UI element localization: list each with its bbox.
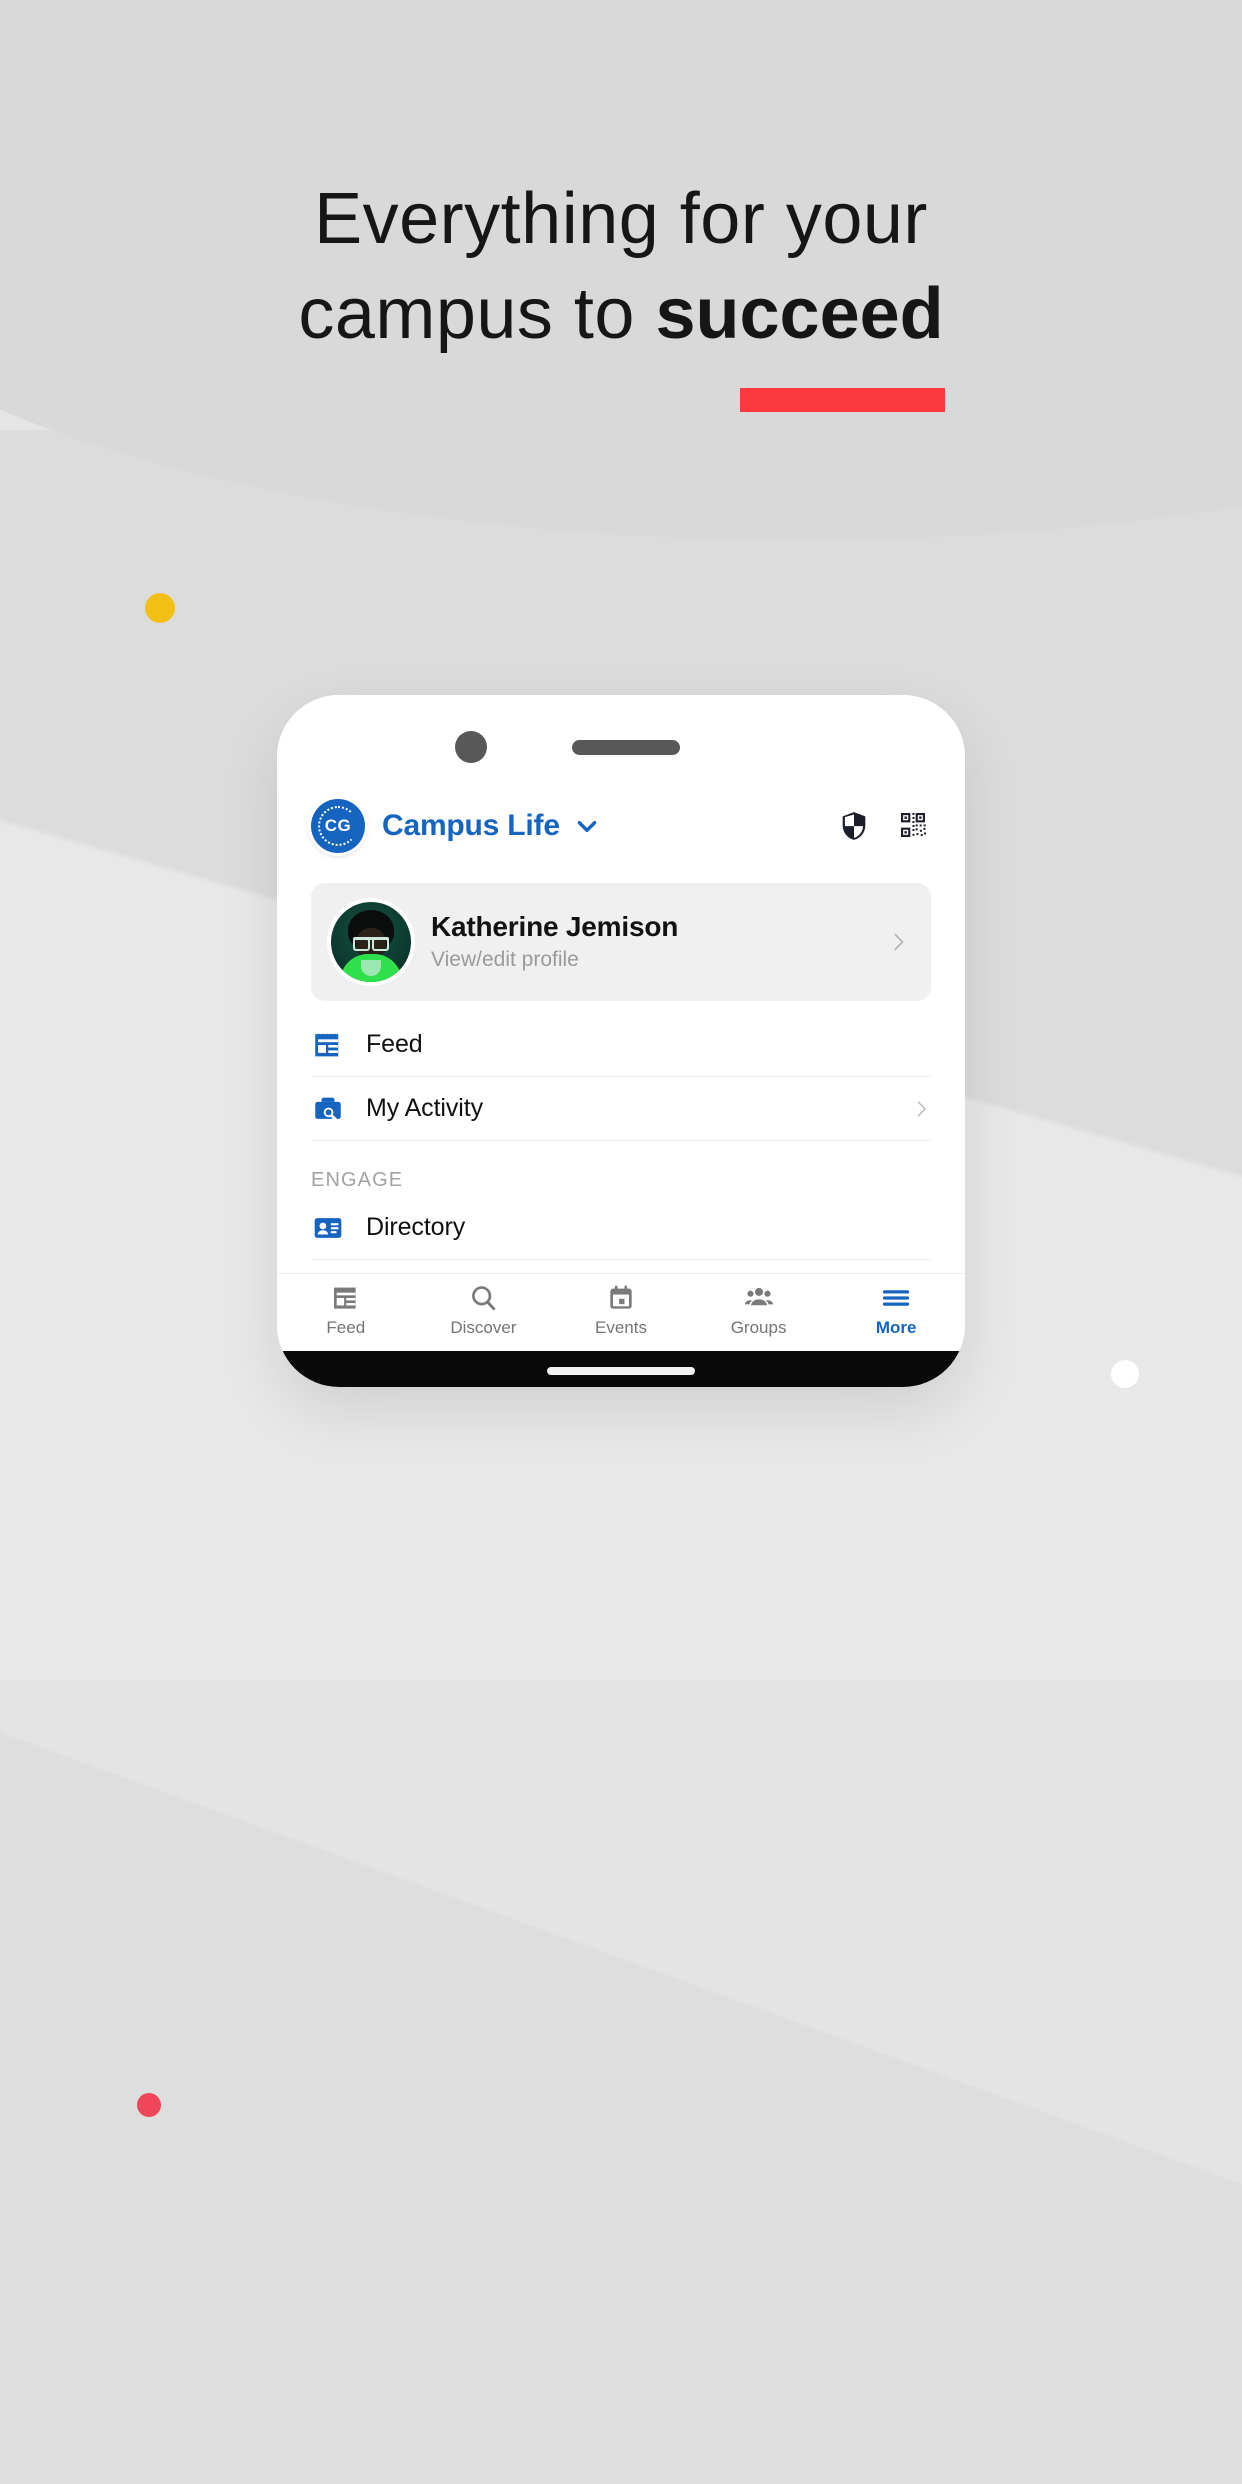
campus-logo-icon[interactable]: CG [311,799,365,853]
avatar [331,902,411,982]
profile-name: Katherine Jemison [431,911,679,942]
profile-card[interactable]: Katherine Jemison View/edit profile [311,883,931,1001]
id-card-icon [311,1211,345,1245]
background-lower-band [0,1680,1242,2484]
tab-feed[interactable]: Feed [277,1282,415,1338]
profile-subtitle: View/edit profile [431,948,579,971]
news-feed-icon [330,1282,362,1314]
menu-item-label: Directory [366,1213,466,1241]
shield-icon[interactable] [837,809,871,843]
brand-name-label[interactable]: Campus Life [382,809,560,843]
menu-item-label: Feed [366,1030,423,1058]
headline-bold-text: succeed [655,274,944,354]
tab-label: Feed [326,1318,366,1337]
headline-light-text: campus to [298,274,656,354]
front-camera-icon [455,731,487,763]
bottom-tab-bar: Feed Discover Events Groups More [277,1273,965,1351]
tab-label: More [875,1318,917,1337]
page-title: Everything for your campus to succeed [0,172,1242,362]
tab-label: Groups [730,1318,787,1337]
tab-label: Discover [450,1318,517,1337]
phone-mockup: CG Campus Life Katherine Jemison View/ed… [277,695,965,1387]
chevron-right-icon[interactable] [887,927,909,957]
tab-events[interactable]: Events [552,1282,690,1338]
avatar-glasses [353,937,389,951]
groups-icon [743,1282,775,1314]
search-icon [467,1282,499,1314]
headline-accent-rule [740,388,945,412]
section-label-engage: ENGAGE [311,1169,404,1191]
earpiece-speaker [572,740,680,755]
tab-more[interactable]: More [827,1282,965,1338]
tab-groups[interactable]: Groups [690,1282,828,1338]
headline-line-1: Everything for your [314,179,928,259]
menu-item-feed[interactable]: Feed [311,1013,931,1077]
profile-text: Katherine Jemison View/edit profile [431,910,887,974]
briefcase-search-icon [311,1092,345,1126]
calendar-icon [605,1282,637,1314]
decorative-dot-red [137,2093,161,2117]
phone-bezel-top [277,695,965,783]
logo-initials: CG [324,816,352,835]
app-header: CG Campus Life [277,783,965,869]
decorative-dot-yellow [145,593,175,623]
tab-label: Events [594,1318,647,1337]
home-indicator[interactable] [547,1367,695,1375]
decorative-dot-white [1111,1360,1139,1388]
chevron-down-icon[interactable] [574,813,600,839]
menu-item-my-activity[interactable]: My Activity [311,1077,931,1141]
phone-screen: CG Campus Life Katherine Jemison View/ed… [277,695,965,1387]
qr-code-icon[interactable] [897,809,931,843]
home-bar-area [277,1351,965,1387]
hamburger-menu-icon [880,1282,912,1314]
menu-item-label: My Activity [366,1094,483,1122]
tab-discover[interactable]: Discover [415,1282,553,1338]
menu-item-directory[interactable]: Directory [311,1196,931,1260]
headline-line-2: campus to succeed [0,267,1242,362]
news-feed-icon [311,1028,345,1062]
chevron-right-icon [911,1096,931,1122]
